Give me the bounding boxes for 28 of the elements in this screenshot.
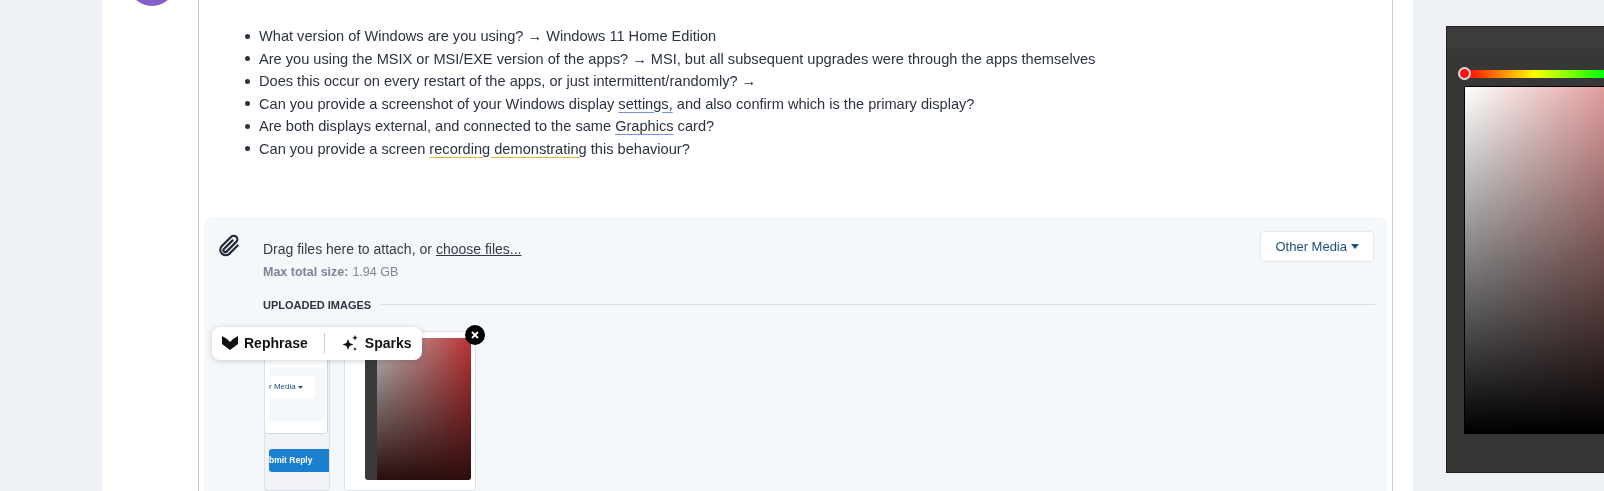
bullet-icon [245,146,250,152]
max-size-value: 1.94 GB [352,263,399,281]
list-item-text: Are both displays external, and connected to the same Graphics card? [259,117,715,136]
list-item-text: Are you using the MSIX or MSI/EXE version of the apps? → MSI, but all subsequent upgrades were through the apps themselves [259,49,1096,69]
drop-hint: Drag files here to attach, or [263,239,432,259]
max-size-label: Max total size: [263,263,349,281]
bullet-icon [245,56,250,62]
bullet-icon [245,101,250,107]
thumbnail-text: bmit Reply [269,454,313,467]
remove-image-button[interactable] [465,325,485,345]
bullet-icon [245,78,250,84]
thumbnail-text: r Media [269,381,296,393]
section-heading: UPLOADED IMAGES [263,297,372,313]
list-item-text: Can you provide a screenshot of your Windows display settings, and also confirm which is the primary display? [259,94,975,114]
sparkle-icon [340,334,359,352]
list-item-text: Does this occur on every restart of the apps, or just intermittent/randomly? → [259,72,757,91]
close-icon [471,331,479,339]
list-item-text: Can you provide a screen recording demonstrating this behaviour? [259,139,690,159]
sparks-button[interactable]: Sparks [340,332,412,354]
other-media-button[interactable]: Other Media [1260,230,1374,262]
choose-files-link[interactable]: choose files... [435,238,522,260]
caret-icon [1351,243,1359,249]
image-thumbnail[interactable] [365,338,471,480]
paperclip-icon [216,232,242,259]
caret-icon [297,385,303,389]
bullet-icon [245,123,250,129]
bullet-icon [245,33,250,39]
list-item-text: What version of Windows are you using? → Windows 11 Home Edition [259,27,717,46]
